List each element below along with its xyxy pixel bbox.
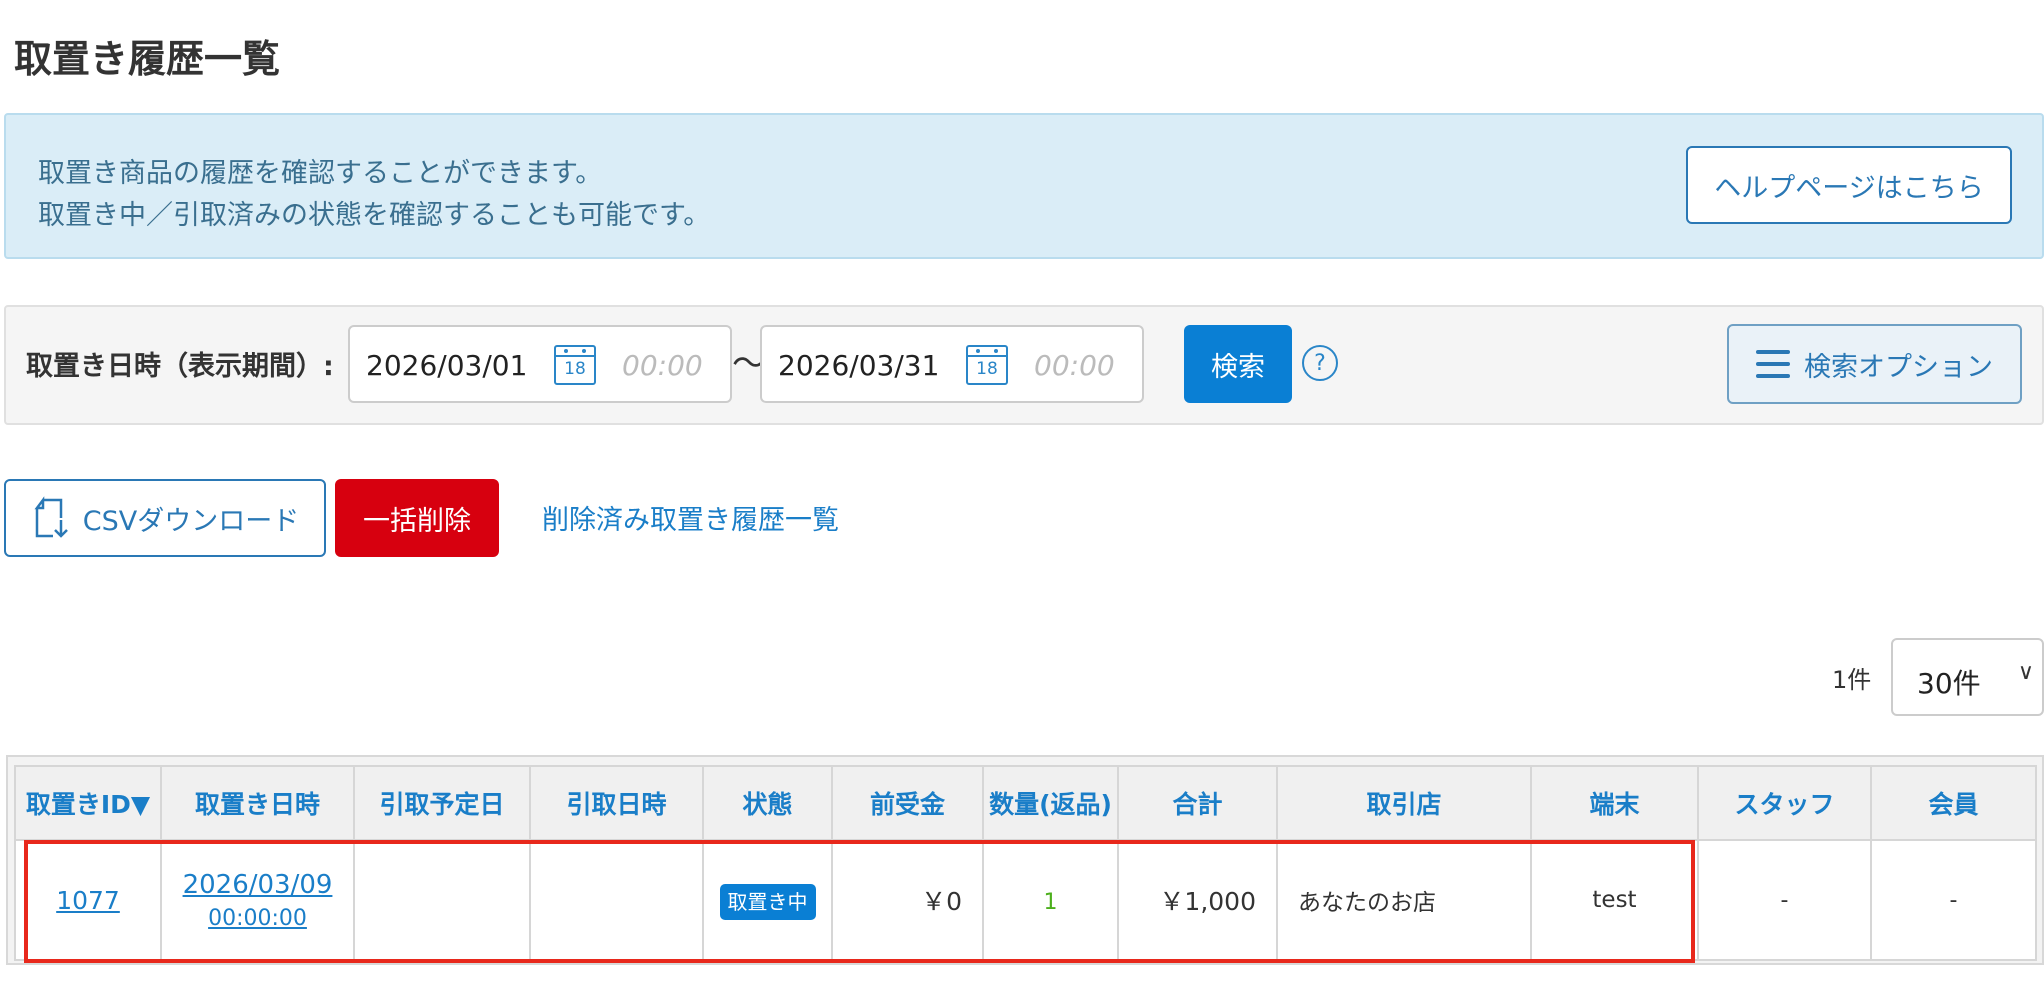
- csv-download-label: CSVダウンロード: [82, 505, 300, 537]
- search-options-button[interactable]: 検索オプション: [1727, 324, 2022, 404]
- row-highlight-annotation: [24, 840, 1695, 963]
- help-page-button[interactable]: ヘルプページはこちら: [1686, 146, 2012, 224]
- calendar-day: 18: [564, 359, 586, 379]
- to-datetime-field[interactable]: 2026/03/31 18 00:00: [760, 325, 1144, 403]
- col-header-quantity[interactable]: 数量(返品): [982, 765, 1119, 841]
- calendar-icon[interactable]: 18: [554, 345, 596, 385]
- col-header-staff[interactable]: スタッフ: [1697, 765, 1872, 841]
- search-options-label: 検索オプション: [1804, 351, 1993, 383]
- cell-staff: -: [1697, 839, 1872, 961]
- col-header-member[interactable]: 会員: [1870, 765, 2037, 841]
- help-circle-icon[interactable]: ?: [1302, 345, 1338, 381]
- result-count: 1件: [1832, 666, 1872, 694]
- search-button[interactable]: 検索: [1184, 325, 1292, 403]
- csv-download-button[interactable]: CSVダウンロード: [4, 479, 326, 557]
- col-header-deposit[interactable]: 前受金: [831, 765, 984, 841]
- cell-member: -: [1870, 839, 2037, 961]
- info-line-1: 取置き商品の履歴を確認することができます。: [38, 158, 603, 189]
- info-line-2: 取置き中／引取済みの状態を確認することも可能です。: [38, 200, 711, 231]
- per-page-select[interactable]: 30件 ∨: [1891, 638, 2044, 716]
- col-header-pickup-at[interactable]: 引取日時: [529, 765, 704, 841]
- from-time-input[interactable]: 00:00: [622, 349, 703, 382]
- deleted-history-link[interactable]: 削除済み取置き履歴一覧: [542, 498, 839, 537]
- calendar-day: 18: [976, 359, 998, 379]
- menu-icon: [1756, 350, 1790, 378]
- csv-download-icon: [34, 496, 68, 538]
- chevron-down-icon: ∨: [2017, 660, 2034, 685]
- from-datetime-field[interactable]: 2026/03/01 18 00:00: [348, 325, 732, 403]
- per-page-value: 30件: [1917, 667, 1981, 700]
- page-title: 取置き履歴一覧: [14, 37, 281, 81]
- to-date-input[interactable]: 2026/03/31: [778, 349, 939, 382]
- to-time-input[interactable]: 00:00: [1034, 349, 1115, 382]
- from-date-input[interactable]: 2026/03/01: [366, 349, 527, 382]
- col-header-status[interactable]: 状態: [702, 765, 833, 841]
- col-header-id[interactable]: 取置きID▼: [14, 765, 162, 841]
- bulk-delete-button[interactable]: 一括削除: [335, 479, 499, 557]
- col-header-terminal[interactable]: 端末: [1530, 765, 1699, 841]
- col-header-date[interactable]: 取置き日時: [160, 765, 355, 841]
- calendar-icon[interactable]: 18: [966, 345, 1008, 385]
- col-header-pickup-planned[interactable]: 引取予定日: [353, 765, 531, 841]
- period-label: 取置き日時（表示期間）:: [26, 351, 334, 382]
- col-header-total[interactable]: 合計: [1117, 765, 1278, 841]
- table-header-row: 取置きID▼ 取置き日時 引取予定日 引取日時 状態 前受金 数量(返品) 合計…: [14, 765, 2037, 841]
- col-header-store[interactable]: 取引店: [1276, 765, 1532, 841]
